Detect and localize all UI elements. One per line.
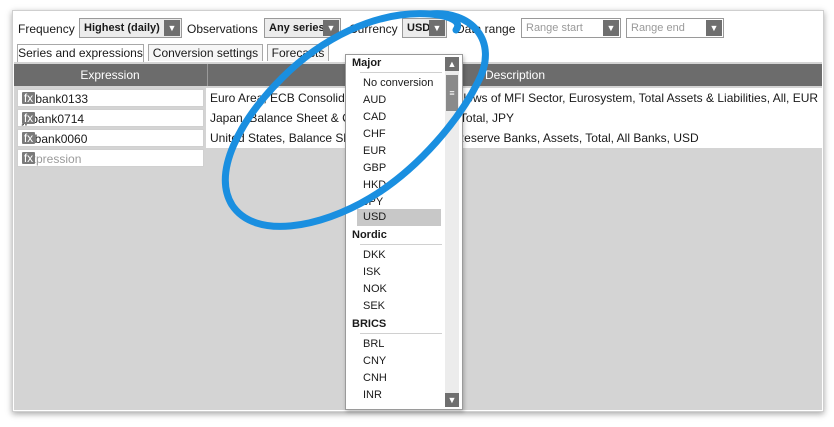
fx-icon[interactable]: fx [22, 132, 35, 144]
frequency-label: Frequency [18, 22, 75, 36]
data-range-label: Data range [456, 22, 516, 36]
range-end-select[interactable]: Range end ▼ [626, 18, 724, 38]
currency-select[interactable]: USD ▼ [402, 18, 447, 38]
currency-option[interactable]: No conversion [357, 75, 441, 92]
frequency-select[interactable]: Highest (daily) ▼ [79, 18, 182, 38]
currency-option[interactable]: DKK [357, 247, 441, 264]
currency-option[interactable]: EUR [357, 143, 441, 160]
tab-series-and-expressions[interactable]: Series and expressions [17, 44, 144, 62]
observations-select[interactable]: Any series ▼ [264, 18, 341, 38]
divider [360, 244, 442, 245]
currency-option-selected[interactable]: USD [357, 209, 441, 226]
chevron-down-icon[interactable]: ▼ [164, 20, 180, 36]
range-end-placeholder: Range end [631, 22, 685, 34]
description-cell: Euro Area, ECB Consolidated Balance Shee… [210, 91, 818, 105]
frequency-value: Highest (daily) [84, 22, 160, 34]
currency-option[interactable]: GBP [357, 160, 441, 177]
description-cell: United States, Balance Sheet, Sector Fed… [210, 131, 699, 145]
dropdown-scrollbar[interactable]: ▲ ≡ ▼ [445, 57, 459, 407]
column-header-description[interactable]: Description [208, 64, 822, 86]
column-header-expression[interactable]: Expression [14, 64, 206, 86]
chevron-down-icon[interactable]: ▼ [706, 20, 722, 36]
range-start-select[interactable]: Range start ▼ [521, 18, 621, 38]
fx-icon[interactable]: fx [22, 152, 35, 164]
observations-label: Observations [187, 22, 258, 36]
currency-option[interactable]: CAD [357, 109, 441, 126]
currency-option[interactable]: AUD [357, 92, 441, 109]
expression-field[interactable]: eubank0133 fx [17, 89, 204, 107]
app-window: Frequency Highest (daily) ▼ Observations… [12, 10, 824, 412]
fx-icon[interactable]: fx [22, 92, 35, 104]
fx-icon[interactable]: fx [22, 112, 35, 124]
currency-option[interactable]: BRL [357, 336, 441, 353]
currency-option[interactable]: ISK [357, 264, 441, 281]
currency-option[interactable]: CNH [357, 370, 441, 387]
toolbar: Frequency Highest (daily) ▼ Observations… [13, 11, 823, 45]
new-expression-field[interactable]: Expression fx [17, 149, 204, 167]
tab-forecasts[interactable]: Forecasts [267, 44, 329, 61]
currency-dropdown-list[interactable]: Major No conversion AUD CAD CHF EUR GBP … [345, 54, 463, 410]
tab-conversion-settings[interactable]: Conversion settings [148, 44, 263, 61]
currency-option[interactable]: NOK [357, 281, 441, 298]
currency-value: USD [407, 22, 431, 34]
observations-value: Any series [269, 22, 325, 34]
description-cell: Japan, Balance Sheet & Central Bank, Ass… [210, 111, 514, 125]
currency-option[interactable]: HKD [357, 177, 441, 194]
chevron-down-icon[interactable]: ▼ [429, 20, 445, 36]
currency-option[interactable]: SEK [357, 298, 441, 315]
currency-option[interactable]: CHF [357, 126, 441, 143]
chevron-down-icon[interactable]: ▼ [603, 20, 619, 36]
currency-option[interactable]: CNY [357, 353, 441, 370]
divider [360, 333, 442, 334]
group-header-brics: BRICS [352, 318, 387, 330]
range-start-placeholder: Range start [526, 22, 583, 34]
currency-option[interactable]: INR [357, 387, 441, 404]
scroll-thumb[interactable]: ≡ [446, 75, 458, 111]
expression-field[interactable]: jpbank0714 fx [17, 109, 204, 127]
expression-field[interactable]: usbank0060 fx [17, 129, 204, 147]
currency-label: Currency [349, 22, 398, 36]
group-header-major: Major [352, 57, 382, 69]
chevron-down-icon[interactable]: ▼ [323, 20, 339, 36]
group-header-nordic: Nordic [352, 229, 387, 241]
scroll-up-icon[interactable]: ▲ [445, 57, 459, 71]
scroll-down-icon[interactable]: ▼ [445, 393, 459, 407]
divider [360, 72, 442, 73]
